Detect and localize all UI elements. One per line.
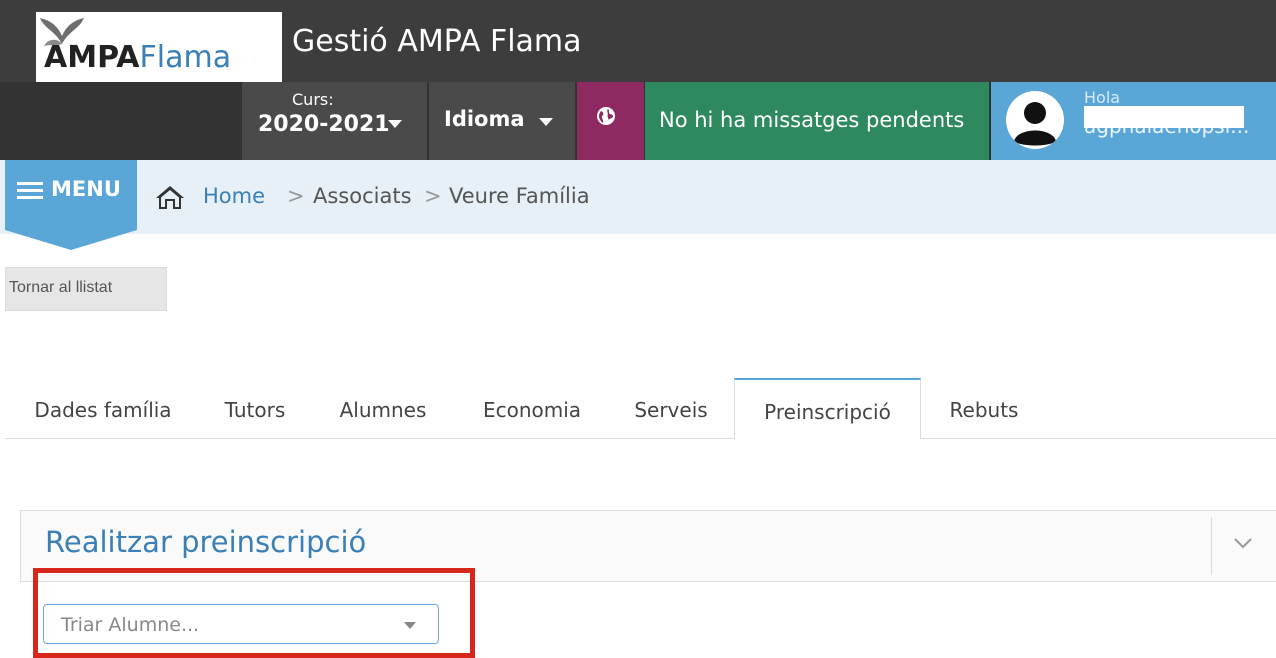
breadcrumb-bar [0, 160, 1276, 234]
caret-down-icon [388, 120, 402, 128]
logo-text-bold: AMPA [44, 40, 140, 75]
curs-value: 2020-2021 [258, 112, 390, 137]
globe-icon [597, 107, 615, 125]
curs-dropdown[interactable]: Curs: 2020-2021 [242, 82, 427, 160]
breadcrumb-separator: > [287, 184, 305, 208]
back-to-list-button[interactable]: Tornar al llistat [5, 267, 167, 311]
avatar [1006, 91, 1064, 149]
select-placeholder: Triar Alumne... [61, 614, 200, 636]
tab-rebuts[interactable]: Rebuts [929, 378, 1039, 438]
breadcrumb-veure-familia: Veure Família [449, 184, 590, 208]
caret-down-icon [539, 118, 553, 126]
app-title: Gestió AMPA Flama [292, 24, 582, 59]
messages-label: No hi ha missatges pendents [659, 108, 965, 132]
student-select[interactable]: Triar Alumne... [43, 604, 439, 644]
breadcrumb-home[interactable]: Home [203, 184, 265, 208]
globe-button[interactable] [577, 82, 644, 160]
logo[interactable]: AMPAFlama [36, 12, 282, 82]
tab-economia[interactable]: Economia [467, 378, 597, 438]
tab-dades-familia[interactable]: Dades família [23, 378, 183, 438]
caret-down-icon [404, 622, 416, 629]
user-menu[interactable]: Hola agpnalaenopsi... [991, 82, 1276, 160]
tab-tutors[interactable]: Tutors [205, 378, 305, 438]
redaction-box [1084, 106, 1244, 128]
divider [1211, 517, 1212, 575]
nav-bar: Curs: 2020-2021 Idioma No hi ha missatge… [0, 82, 1276, 160]
idioma-dropdown[interactable]: Idioma [429, 82, 575, 160]
menu-label: MENU [51, 177, 121, 201]
curs-label: Curs: [292, 90, 334, 109]
menu-button[interactable]: MENU [5, 160, 137, 230]
tab-serveis[interactable]: Serveis [619, 378, 723, 438]
top-bar: AMPAFlama Gestió AMPA Flama [0, 0, 1276, 82]
user-greeting: Hola [1084, 88, 1121, 107]
breadcrumb-associats[interactable]: Associats [313, 184, 412, 208]
home-icon[interactable] [155, 184, 185, 210]
logo-text-light: Flama [139, 40, 232, 75]
chevron-down-icon[interactable] [1233, 537, 1253, 549]
breadcrumb-separator: > [424, 184, 442, 208]
tab-bar: Dades família Tutors Alumnes Economia Se… [5, 378, 1276, 439]
hamburger-icon [17, 182, 43, 200]
messages-button[interactable]: No hi ha missatges pendents [645, 82, 989, 160]
panel-title: Realitzar preinscripció [45, 525, 367, 559]
user-icon [1008, 93, 1062, 147]
tab-alumnes[interactable]: Alumnes [323, 378, 443, 438]
tab-preinscripcio[interactable]: Preinscripció [734, 378, 921, 439]
idioma-label: Idioma [444, 107, 525, 131]
menu-arrow [5, 230, 137, 250]
